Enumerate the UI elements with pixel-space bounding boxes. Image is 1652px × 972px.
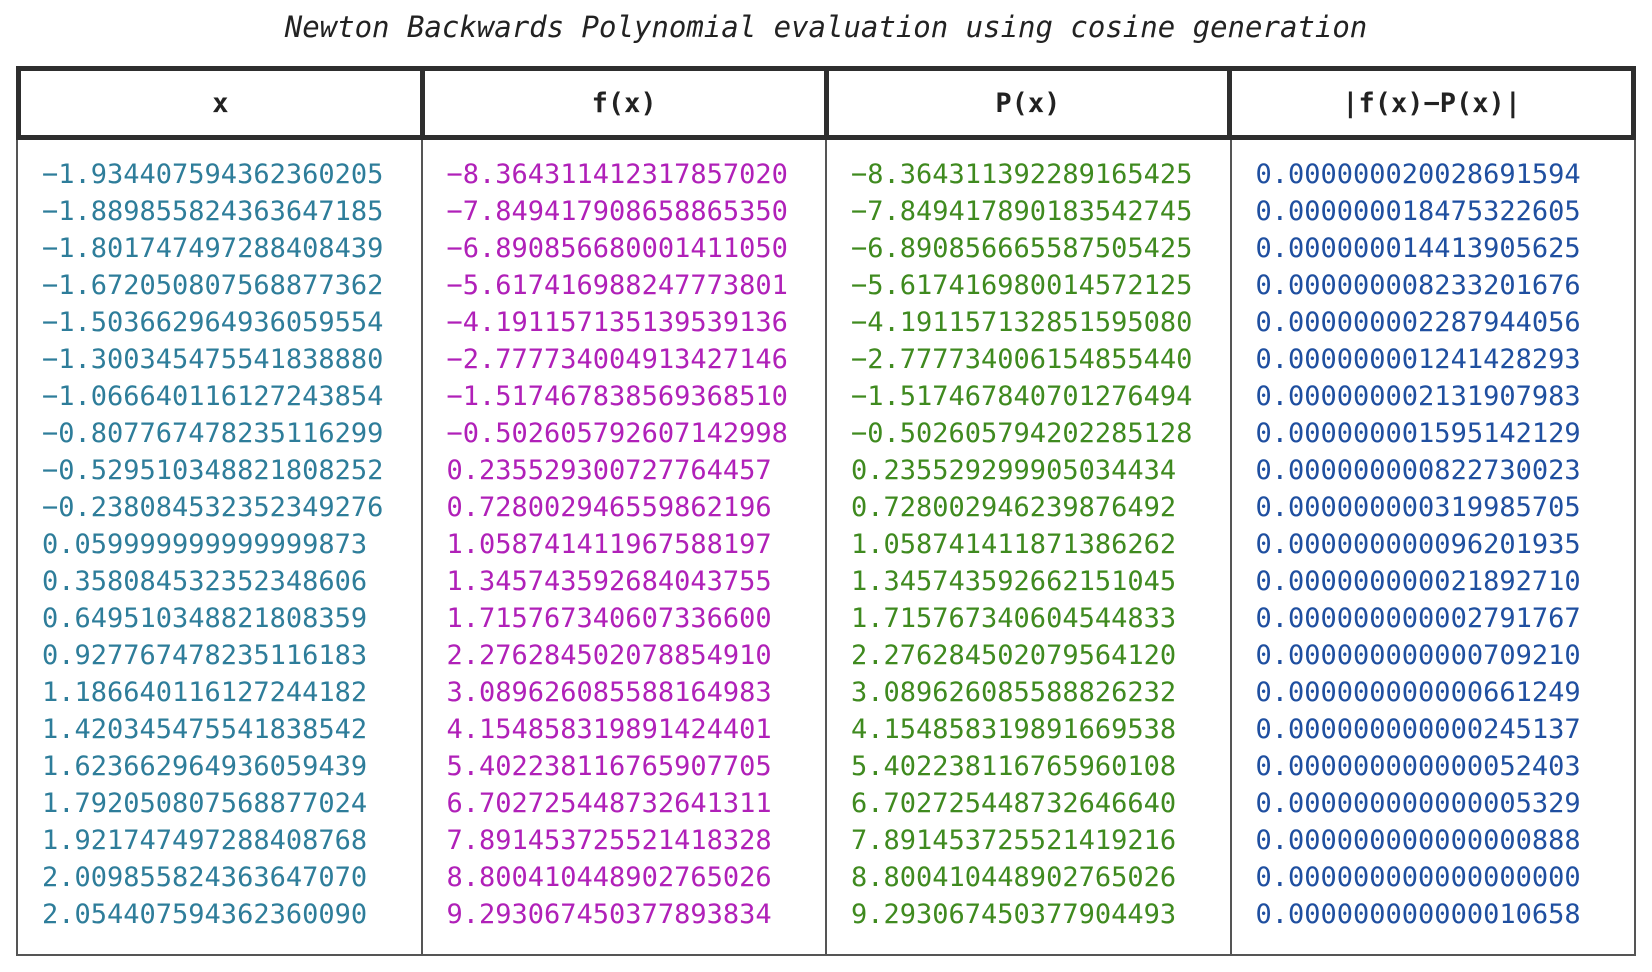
header-fx: f(x) xyxy=(419,71,824,135)
cell-x-0: −1.934407594362360205 xyxy=(42,159,384,190)
cell-fx-2: −6.890856680001411050 xyxy=(446,233,788,264)
cell-px-13: 2.276284502079564120 xyxy=(851,640,1177,671)
cell-px-4: −4.191157132851595080 xyxy=(851,307,1193,338)
cell-err-11: 0.000000000021892710 xyxy=(1255,566,1581,597)
table-header-row: x f(x) P(x) |f(x)−P(x)| xyxy=(16,66,1636,140)
cell-x-15: 1.420345475541838542 xyxy=(42,714,368,745)
cell-fx-15: 4.154858319891424401 xyxy=(446,714,772,745)
cell-fx-8: 0.235529300727764457 xyxy=(446,455,772,486)
cell-x-11: 0.358084532352348606 xyxy=(42,566,368,597)
table-title: Newton Backwards Polynomial evaluation u… xyxy=(284,10,1368,44)
column-fx: −8.364311412317857020 −7.8494179086588653… xyxy=(420,140,826,954)
cell-fx-5: −2.777734004913427146 xyxy=(446,344,788,375)
cell-fx-9: 0.728002946559862196 xyxy=(446,492,772,523)
cell-px-9: 0.728002946239876492 xyxy=(851,492,1177,523)
cell-x-6: −1.066640116127243854 xyxy=(42,381,384,412)
cell-x-10: 0.059999999999999873 xyxy=(42,529,368,560)
cell-fx-14: 3.089626085588164983 xyxy=(446,677,772,708)
cell-fx-3: −5.617416988247773801 xyxy=(446,270,788,301)
cell-err-14: 0.000000000000661249 xyxy=(1255,677,1581,708)
cell-err-10: 0.000000000096201935 xyxy=(1255,529,1581,560)
cell-px-10: 1.058741411871386262 xyxy=(851,529,1177,560)
cell-x-8: −0.529510348821808252 xyxy=(42,455,384,486)
cell-err-15: 0.000000000000245137 xyxy=(1255,714,1581,745)
cell-x-17: 1.792050807568877024 xyxy=(42,788,368,819)
cell-x-7: −0.807767478235116299 xyxy=(42,418,384,449)
cell-fx-11: 1.345743592684043755 xyxy=(446,566,772,597)
cell-x-16: 1.623662964936059439 xyxy=(42,751,368,782)
cell-err-5: 0.000000001241428293 xyxy=(1255,344,1581,375)
cell-px-19: 8.800410448902765026 xyxy=(851,862,1177,893)
cell-x-19: 2.009855824363647070 xyxy=(42,862,368,893)
cell-px-6: −1.517467840701276494 xyxy=(851,381,1193,412)
cell-err-16: 0.000000000000052403 xyxy=(1255,751,1581,782)
cell-err-18: 0.000000000000000888 xyxy=(1255,825,1581,856)
cell-x-20: 2.054407594362360090 xyxy=(42,899,368,930)
cell-px-1: −7.849417890183542745 xyxy=(851,196,1193,227)
cell-px-11: 1.345743592662151045 xyxy=(851,566,1177,597)
cell-px-12: 1.715767340604544833 xyxy=(851,603,1177,634)
cell-fx-13: 2.276284502078854910 xyxy=(446,640,772,671)
cell-fx-19: 8.800410448902765026 xyxy=(446,862,772,893)
cell-px-0: −8.364311392289165425 xyxy=(851,159,1193,190)
results-table: x f(x) P(x) |f(x)−P(x)| −1.9344075943623… xyxy=(16,66,1636,956)
cell-fx-12: 1.715767340607336600 xyxy=(446,603,772,634)
cell-x-1: −1.889855824363647185 xyxy=(42,196,384,227)
cell-x-9: −0.238084532352349276 xyxy=(42,492,384,523)
header-px: P(x) xyxy=(823,71,1228,135)
cell-err-19: 0.000000000000000000 xyxy=(1255,862,1581,893)
header-x: x xyxy=(212,87,229,119)
header-abs-error: |f(x)−P(x)| xyxy=(1227,71,1631,135)
cell-x-5: −1.300345475541838880 xyxy=(42,344,384,375)
cell-err-9: 0.000000000319985705 xyxy=(1255,492,1581,523)
cell-x-18: 1.921747497288408768 xyxy=(42,825,368,856)
column-px: −8.364311392289165425 −7.8494178901835427… xyxy=(825,140,1230,954)
cell-err-3: 0.000000008233201676 xyxy=(1255,270,1581,301)
column-x: −1.934407594362360205 −1.8898558243636471… xyxy=(18,140,421,954)
cell-fx-17: 6.702725448732641311 xyxy=(446,788,772,819)
cell-x-13: 0.927767478235116183 xyxy=(42,640,368,671)
cell-err-12: 0.000000000002791767 xyxy=(1255,603,1581,634)
cell-px-5: −2.777734006154855440 xyxy=(851,344,1193,375)
cell-px-20: 9.293067450377904493 xyxy=(851,899,1177,930)
cell-px-2: −6.890856665587505425 xyxy=(851,233,1193,264)
cell-err-4: 0.000000002287944056 xyxy=(1255,307,1581,338)
cell-px-18: 7.891453725521419216 xyxy=(851,825,1177,856)
cell-x-2: −1.801747497288408439 xyxy=(42,233,384,264)
cell-err-7: 0.000000001595142129 xyxy=(1255,418,1581,449)
table-body: −1.934407594362360205 −1.8898558243636471… xyxy=(16,140,1636,956)
cell-fx-4: −4.191157135139539136 xyxy=(446,307,788,338)
cell-px-14: 3.089626085588826232 xyxy=(851,677,1177,708)
cell-x-4: −1.503662964936059554 xyxy=(42,307,384,338)
cell-err-1: 0.000000018475322605 xyxy=(1255,196,1581,227)
cell-err-0: 0.000000020028691594 xyxy=(1255,159,1581,190)
cell-err-8: 0.000000000822730023 xyxy=(1255,455,1581,486)
cell-fx-6: −1.517467838569368510 xyxy=(446,381,788,412)
cell-px-15: 4.154858319891669538 xyxy=(851,714,1177,745)
cell-fx-18: 7.891453725521418328 xyxy=(446,825,772,856)
cell-err-13: 0.000000000000709210 xyxy=(1255,640,1581,671)
cell-fx-16: 5.402238116765907705 xyxy=(446,751,772,782)
cell-fx-1: −7.849417908658865350 xyxy=(446,196,788,227)
cell-x-14: 1.186640116127244182 xyxy=(42,677,368,708)
cell-px-8: 0.235529299905034434 xyxy=(851,455,1177,486)
cell-px-3: −5.617416980014572125 xyxy=(851,270,1193,301)
cell-px-16: 5.402238116765960108 xyxy=(851,751,1177,782)
cell-px-7: −0.502605794202285128 xyxy=(851,418,1193,449)
cell-err-17: 0.000000000000005329 xyxy=(1255,788,1581,819)
cell-fx-7: −0.502605792607142998 xyxy=(446,418,788,449)
cell-err-20: 0.000000000000010658 xyxy=(1255,899,1581,930)
cell-err-6: 0.000000002131907983 xyxy=(1255,381,1581,412)
cell-fx-0: −8.364311412317857020 xyxy=(446,159,788,190)
cell-x-12: 0.649510348821808359 xyxy=(42,603,368,634)
column-abs-error: 0.000000020028691594 0.000000018475322605… xyxy=(1229,140,1635,954)
cell-fx-20: 9.293067450377893834 xyxy=(446,899,772,930)
cell-err-2: 0.000000014413905625 xyxy=(1255,233,1581,264)
cell-x-3: −1.672050807568877362 xyxy=(42,270,384,301)
cell-px-17: 6.702725448732646640 xyxy=(851,788,1177,819)
cell-fx-10: 1.058741411967588197 xyxy=(446,529,772,560)
